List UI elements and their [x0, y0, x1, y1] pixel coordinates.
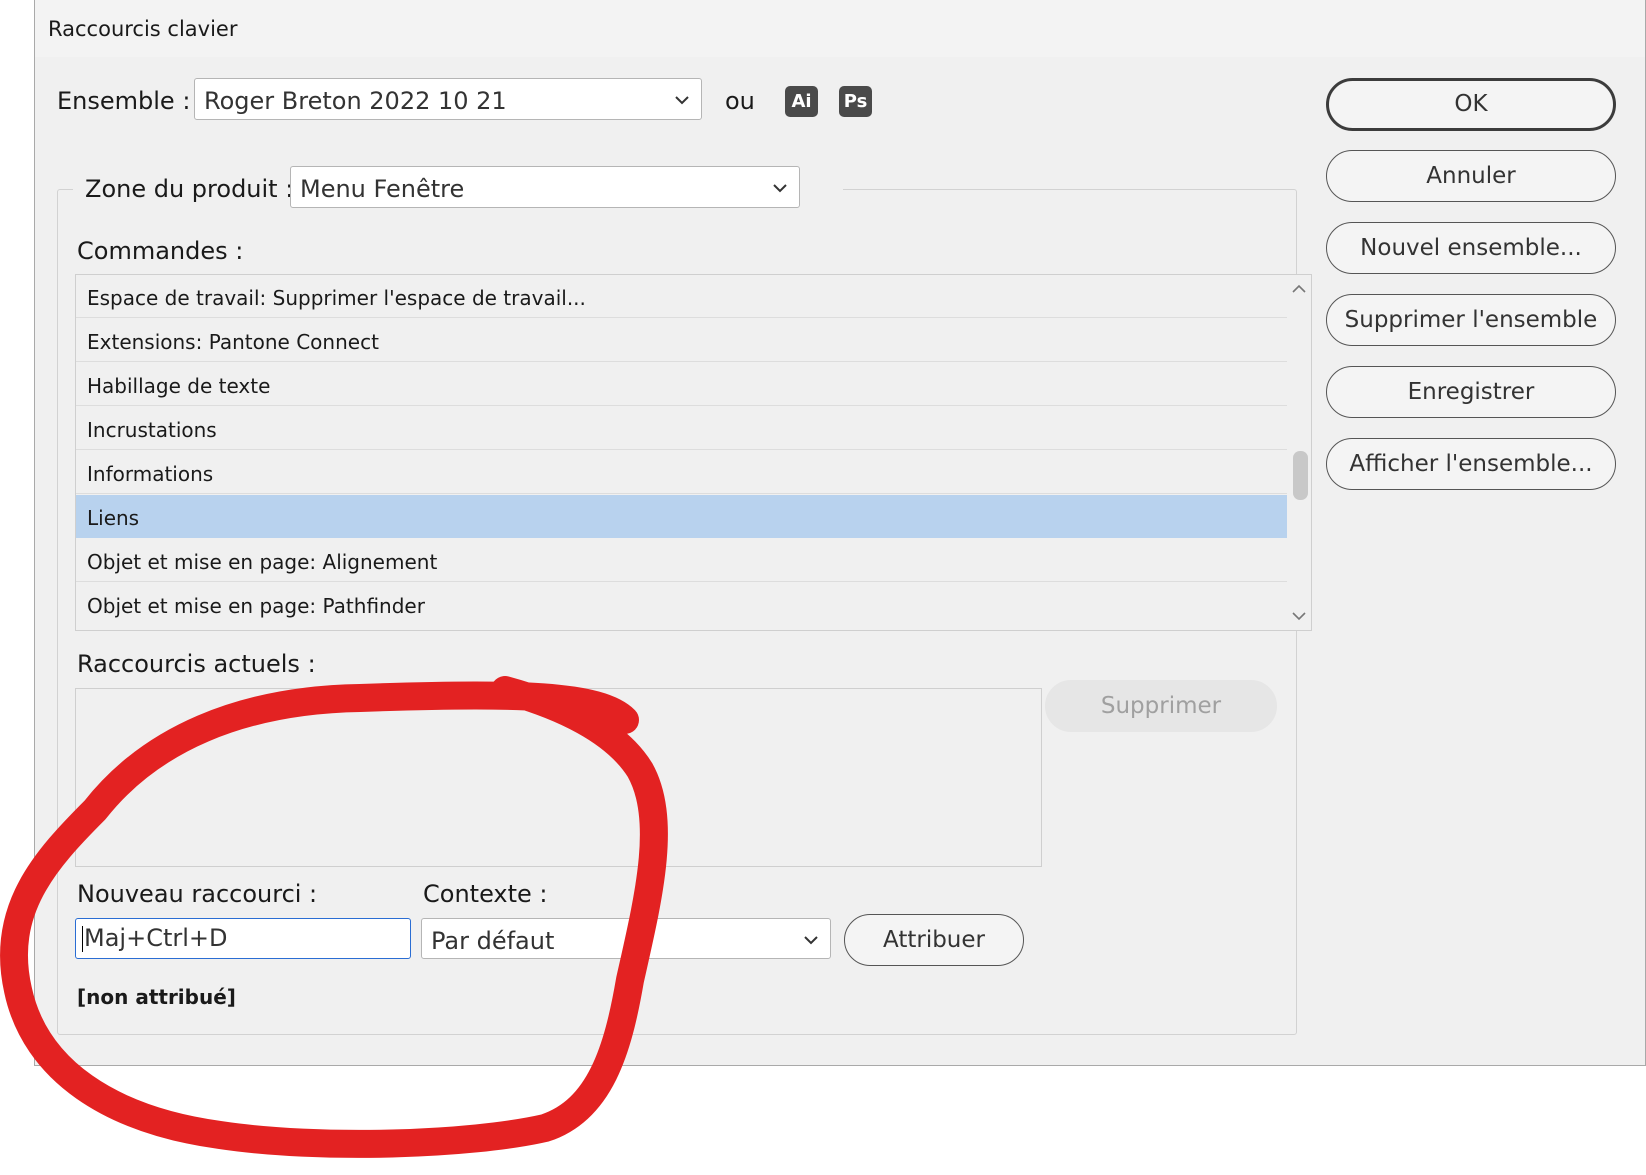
list-item[interactable]: Incrustations — [76, 407, 1288, 450]
list-item-selected[interactable]: Liens — [76, 495, 1288, 538]
cancel-button[interactable]: Annuler — [1326, 150, 1616, 202]
commands-label: Commandes : — [77, 237, 244, 265]
scrollbar-thumb[interactable] — [1293, 451, 1308, 500]
ensemble-label: Ensemble : — [57, 87, 191, 115]
assign-button[interactable]: Attribuer — [844, 914, 1024, 966]
context-select[interactable]: Par défaut — [421, 918, 831, 959]
list-item-label: Espace de travail: Supprimer l'espace de… — [87, 286, 586, 310]
list-item-label: Incrustations — [87, 418, 217, 442]
list-item-label: Liens — [87, 506, 140, 530]
list-item[interactable]: Espace de travail: Supprimer l'espace de… — [76, 275, 1288, 318]
context-value: Par défaut — [431, 927, 555, 955]
list-item-label: Informations — [87, 462, 214, 486]
chevron-up-icon[interactable] — [1291, 281, 1307, 297]
or-label: ou — [725, 87, 755, 115]
list-item[interactable]: Extensions: Pantone Connect — [76, 319, 1288, 362]
list-item[interactable]: Objet et mise en page: Alignement — [76, 539, 1288, 582]
title-bar: Raccourcis clavier — [35, 0, 1645, 57]
list-item[interactable]: Informations — [76, 451, 1288, 494]
chevron-down-icon — [804, 936, 818, 945]
new-set-button[interactable]: Nouvel ensemble... — [1326, 222, 1616, 274]
chevron-down-icon[interactable] — [1291, 608, 1307, 624]
list-item[interactable]: Objet et mise en page: Pathfinder — [76, 583, 1288, 626]
list-item-label: Objet et mise en page: Pathfinder — [87, 594, 425, 618]
save-button[interactable]: Enregistrer — [1326, 366, 1616, 418]
keyboard-shortcuts-dialog: Raccourcis clavier Ensemble : Roger Bret… — [34, 0, 1646, 1066]
list-item-label: Extensions: Pantone Connect — [87, 330, 379, 354]
photoshop-icon[interactable]: Ps — [839, 86, 872, 117]
product-zone-select[interactable]: Menu Fenêtre — [290, 166, 800, 208]
ok-button[interactable]: OK — [1326, 78, 1616, 131]
show-set-button[interactable]: Afficher l'ensemble... — [1326, 438, 1616, 490]
delete-shortcut-button[interactable]: Supprimer — [1045, 680, 1277, 732]
current-shortcuts-list[interactable] — [75, 688, 1042, 867]
shortcut-status: [non attribué] — [77, 985, 236, 1009]
context-label: Contexte : — [423, 880, 548, 908]
text-caret — [82, 926, 83, 952]
list-item-label: Habillage de texte — [87, 374, 271, 398]
ensemble-value: Roger Breton 2022 10 21 — [204, 87, 507, 115]
new-shortcut-input[interactable]: Maj+Ctrl+D — [75, 918, 411, 959]
commands-list[interactable]: Espace de travail: Supprimer l'espace de… — [75, 274, 1312, 631]
list-item-label: Objet et mise en page: Alignement — [87, 550, 438, 574]
product-zone-value: Menu Fenêtre — [300, 175, 465, 203]
background-strip — [0, 0, 34, 1068]
commands-scrollbar[interactable] — [1287, 275, 1311, 630]
chevron-down-icon — [675, 96, 689, 105]
product-zone-label: Zone du produit : — [85, 175, 294, 203]
new-shortcut-value: Maj+Ctrl+D — [84, 924, 228, 952]
new-shortcut-label: Nouveau raccourci : — [77, 880, 318, 908]
delete-set-button[interactable]: Supprimer l'ensemble — [1326, 294, 1616, 346]
chevron-down-icon — [773, 184, 787, 193]
window-title: Raccourcis clavier — [48, 17, 238, 41]
illustrator-icon[interactable]: Ai — [785, 86, 818, 117]
current-shortcuts-label: Raccourcis actuels : — [77, 650, 316, 678]
list-item[interactable]: Habillage de texte — [76, 363, 1288, 406]
ensemble-select[interactable]: Roger Breton 2022 10 21 — [194, 78, 702, 120]
